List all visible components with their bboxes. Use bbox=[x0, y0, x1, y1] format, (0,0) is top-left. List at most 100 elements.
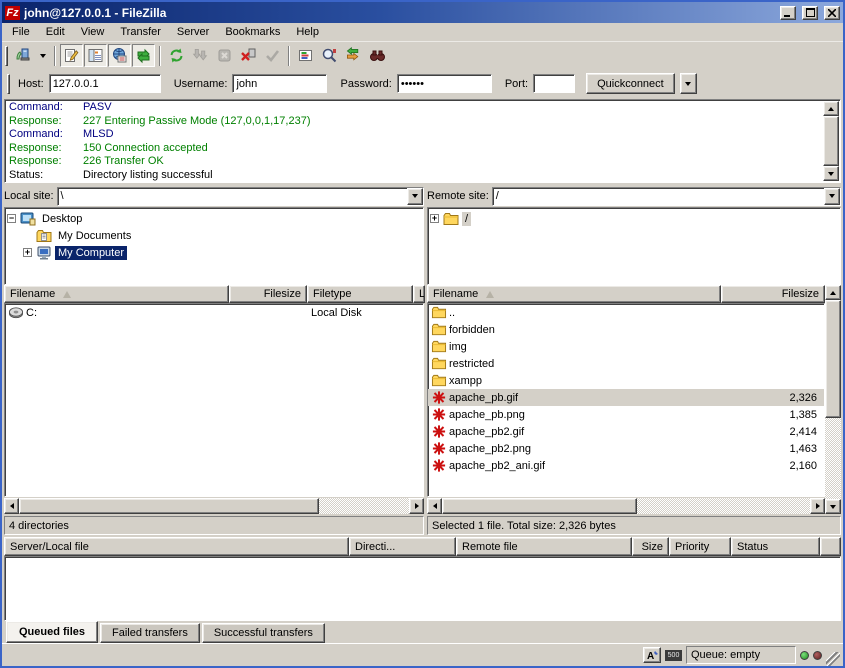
scroll-thumb[interactable] bbox=[19, 498, 319, 514]
menu-file[interactable]: File bbox=[4, 24, 38, 40]
menu-view[interactable]: View bbox=[73, 24, 113, 40]
username-input[interactable] bbox=[232, 74, 327, 93]
remote-site-combobox[interactable]: / bbox=[492, 187, 841, 206]
menu-bookmarks[interactable]: Bookmarks bbox=[217, 24, 288, 40]
scroll-up-button[interactable] bbox=[825, 285, 841, 300]
remote-file-row[interactable]: apache_pb.gif2,326 bbox=[428, 389, 824, 406]
scroll-right-button[interactable] bbox=[810, 498, 825, 514]
remote-column-filename[interactable]: Filename bbox=[427, 285, 721, 303]
tree-item-my-documents[interactable]: My Documents bbox=[7, 227, 421, 244]
port-input[interactable] bbox=[533, 74, 575, 93]
chevron-down-icon bbox=[412, 194, 418, 198]
refresh-button[interactable] bbox=[165, 44, 188, 67]
find-binoculars-button[interactable] bbox=[366, 44, 389, 67]
speed-limit-badge-icon[interactable]: 500 bbox=[665, 650, 682, 661]
toggle-remote-tree-button[interactable] bbox=[108, 44, 131, 67]
toolbar-separator bbox=[54, 46, 56, 66]
scroll-track[interactable] bbox=[319, 498, 409, 514]
local-tree-icon bbox=[87, 47, 104, 64]
local-site-combobox[interactable]: \ bbox=[57, 187, 424, 206]
menu-edit[interactable]: Edit bbox=[38, 24, 73, 40]
resize-grip[interactable] bbox=[826, 652, 840, 666]
triangle-right-icon bbox=[415, 503, 419, 509]
site-manager-button[interactable] bbox=[12, 44, 35, 67]
minimize-button[interactable] bbox=[780, 6, 796, 20]
expand-expander-icon[interactable] bbox=[23, 248, 32, 257]
quickconnect-button[interactable]: Quickconnect bbox=[586, 73, 675, 94]
scroll-thumb[interactable] bbox=[823, 116, 839, 166]
queue-column-server-local-file[interactable]: Server/Local file bbox=[4, 537, 349, 556]
scroll-down-button[interactable] bbox=[825, 499, 841, 514]
remote-file-row[interactable]: img bbox=[428, 338, 824, 355]
password-input[interactable] bbox=[397, 74, 492, 93]
toggle-local-tree-button[interactable] bbox=[84, 44, 107, 67]
remote-file-row[interactable]: xampp bbox=[428, 372, 824, 389]
scroll-thumb[interactable] bbox=[825, 300, 841, 418]
tree-item-my-computer[interactable]: My Computer bbox=[7, 244, 421, 261]
transfer-type-ascii-icon[interactable]: A bbox=[643, 647, 661, 663]
close-button[interactable] bbox=[824, 6, 840, 20]
remote-file-row[interactable]: forbidden bbox=[428, 321, 824, 338]
quickconnect-grip[interactable] bbox=[7, 74, 10, 94]
tree-item-root[interactable]: / bbox=[430, 210, 838, 227]
tab-queued-files[interactable]: Queued files bbox=[6, 621, 98, 643]
remote-vertical-scrollbar[interactable] bbox=[825, 285, 841, 514]
synchronized-browsing-button[interactable] bbox=[342, 44, 365, 67]
remote-file-row[interactable]: restricted bbox=[428, 355, 824, 372]
tab-failed-transfers[interactable]: Failed transfers bbox=[100, 623, 200, 643]
local-column-filetype[interactable]: Filetype bbox=[307, 285, 413, 303]
process-queue-button[interactable] bbox=[189, 44, 212, 67]
remote-file-row[interactable]: apache_pb2.gif2,414 bbox=[428, 423, 824, 440]
tree-item-desktop[interactable]: Desktop bbox=[7, 210, 421, 227]
scroll-track[interactable] bbox=[825, 418, 841, 499]
queue-column-remote-file[interactable]: Remote file bbox=[456, 537, 632, 556]
remote-file-row[interactable]: apache_pb2.png1,463 bbox=[428, 440, 824, 457]
search-button[interactable] bbox=[318, 44, 341, 67]
toggle-message-log-button[interactable] bbox=[60, 44, 83, 67]
local-column-filename[interactable]: Filename bbox=[4, 285, 229, 303]
menu-server[interactable]: Server bbox=[169, 24, 217, 40]
queue-column-direction[interactable]: Directi... bbox=[349, 537, 456, 556]
scroll-up-button[interactable] bbox=[823, 101, 839, 116]
maximize-button[interactable] bbox=[802, 6, 818, 20]
queue-column-status[interactable]: Status bbox=[731, 537, 820, 556]
tab-successful-transfers[interactable]: Successful transfers bbox=[202, 623, 325, 643]
scroll-left-button[interactable] bbox=[427, 498, 442, 514]
local-horizontal-scrollbar[interactable] bbox=[4, 498, 424, 514]
remote-column-filesize[interactable]: Filesize bbox=[721, 285, 825, 303]
scroll-down-button[interactable] bbox=[823, 166, 839, 181]
scroll-track[interactable] bbox=[637, 498, 810, 514]
host-input[interactable] bbox=[49, 74, 161, 93]
remote-horizontal-scrollbar[interactable] bbox=[427, 498, 825, 514]
disconnect-button[interactable] bbox=[237, 44, 260, 67]
local-column-last-modified[interactable]: L bbox=[413, 285, 425, 303]
cancel-button[interactable] bbox=[213, 44, 236, 67]
toolbar-grip[interactable] bbox=[5, 46, 8, 66]
local-column-filesize[interactable]: Filesize bbox=[229, 285, 307, 303]
remote-file-row[interactable]: apache_pb2_ani.gif2,160 bbox=[428, 457, 824, 474]
image-file-icon bbox=[431, 424, 447, 439]
image-file-icon bbox=[431, 407, 447, 422]
remote-file-size: 2,414 bbox=[789, 426, 817, 438]
scroll-left-button[interactable] bbox=[4, 498, 19, 514]
toggle-transfer-queue-button[interactable] bbox=[132, 44, 155, 67]
queue-column-priority[interactable]: Priority bbox=[669, 537, 731, 556]
site-manager-dropdown-button[interactable] bbox=[36, 45, 50, 66]
collapse-expander-icon[interactable] bbox=[7, 214, 16, 223]
log-vertical-scrollbar[interactable] bbox=[823, 101, 839, 181]
sort-ascending-icon bbox=[63, 291, 71, 298]
remote-site-dropdown-button[interactable] bbox=[824, 188, 840, 205]
menu-help[interactable]: Help bbox=[288, 24, 327, 40]
scroll-right-button[interactable] bbox=[409, 498, 424, 514]
ok-checkmark-button[interactable] bbox=[261, 44, 284, 67]
remote-file-row[interactable]: apache_pb.png1,385 bbox=[428, 406, 824, 423]
expand-expander-icon[interactable] bbox=[430, 214, 439, 223]
quickconnect-dropdown-button[interactable] bbox=[680, 73, 697, 94]
queue-column-size[interactable]: Size bbox=[632, 537, 669, 556]
local-file-row[interactable]: C: Local Disk bbox=[5, 304, 423, 321]
remote-file-row[interactable]: .. bbox=[428, 304, 824, 321]
directory-listing-filter-button[interactable] bbox=[294, 44, 317, 67]
menu-transfer[interactable]: Transfer bbox=[112, 24, 169, 40]
scroll-thumb[interactable] bbox=[442, 498, 637, 514]
local-site-dropdown-button[interactable] bbox=[407, 188, 423, 205]
